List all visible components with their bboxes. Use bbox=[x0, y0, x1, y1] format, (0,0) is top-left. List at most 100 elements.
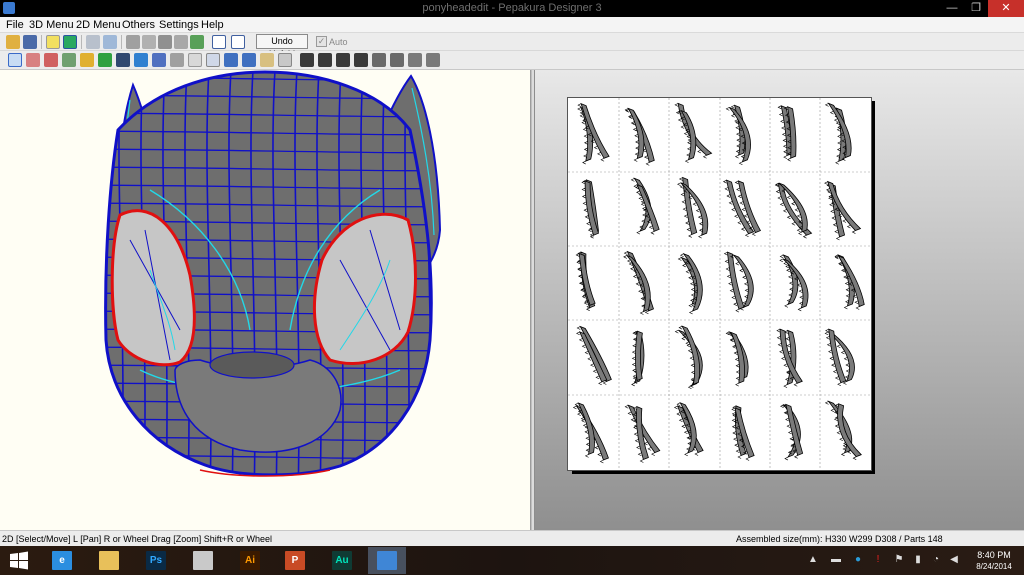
select-tool-icon[interactable] bbox=[8, 53, 22, 67]
unfolded-parts[interactable] bbox=[568, 98, 871, 470]
menu-help[interactable]: Help bbox=[199, 18, 226, 32]
mode-hint: 2D [Select/Move] L [Pan] R or Wheel Drag… bbox=[2, 534, 273, 544]
flag-icon[interactable] bbox=[190, 35, 204, 49]
grid-tool-icon[interactable] bbox=[206, 53, 220, 67]
menu-settings[interactable]: Settings bbox=[157, 18, 201, 32]
windows-logo-icon bbox=[10, 551, 28, 570]
volume-icon[interactable]: ◀ bbox=[948, 554, 960, 566]
edit-toolbar bbox=[0, 51, 1024, 70]
taskbar-powerpoint[interactable]: P bbox=[276, 547, 314, 574]
taskbar-photoshop[interactable]: Ps bbox=[137, 547, 175, 574]
clock-time[interactable]: 8:40 PM bbox=[968, 550, 1020, 561]
window-icon[interactable] bbox=[212, 35, 226, 49]
auto-label: Auto bbox=[329, 37, 348, 47]
powerpoint-icon: P bbox=[285, 551, 305, 570]
pattern-sheet[interactable] bbox=[567, 97, 872, 471]
clock-date[interactable]: 8/24/2014 bbox=[968, 562, 1020, 572]
start-button[interactable] bbox=[0, 547, 38, 574]
menu-others[interactable]: Others bbox=[120, 18, 157, 32]
toolbar-separator bbox=[41, 35, 42, 49]
taskbar-illustrator[interactable]: Ai bbox=[231, 547, 269, 574]
open-icon[interactable] bbox=[6, 35, 20, 49]
part-strip[interactable] bbox=[782, 254, 799, 306]
texture-icon[interactable] bbox=[63, 35, 77, 49]
lightbulb-icon[interactable] bbox=[46, 35, 60, 49]
pepakura-icon bbox=[377, 551, 397, 570]
edge-icon[interactable] bbox=[174, 35, 188, 49]
fold-tool-icon[interactable] bbox=[26, 53, 40, 67]
skype-icon[interactable]: ● bbox=[852, 554, 864, 566]
edge-id-icon[interactable] bbox=[300, 53, 314, 67]
status-bar: 2D [Select/Move] L [Pan] R or Wheel Drag… bbox=[0, 530, 1024, 546]
part-strip[interactable] bbox=[578, 331, 608, 383]
paper-icon[interactable] bbox=[103, 35, 117, 49]
show-lines-icon[interactable] bbox=[372, 53, 386, 67]
wifi-icon[interactable]: ◔ bbox=[930, 554, 942, 566]
pencil-icon[interactable] bbox=[126, 35, 140, 49]
undo-unfold-button[interactable]: Undo Unfold bbox=[256, 34, 308, 59]
photoshop-icon: Ps bbox=[146, 551, 166, 570]
part-strip[interactable] bbox=[578, 252, 596, 306]
part-strip[interactable] bbox=[626, 255, 651, 313]
menu-bar: File 3D Menu 2D Menu Others Settings Hel… bbox=[0, 17, 1024, 33]
action-center-icon[interactable]: ⚑ bbox=[893, 554, 905, 566]
3d-model-canvas[interactable] bbox=[0, 70, 531, 530]
title-bar: ponyheadedit - Pepakura Designer 3 — ❐ ✕ bbox=[0, 0, 1024, 17]
assembled-size: Assembled size(mm): H330 W299 D308 / Par… bbox=[736, 534, 943, 544]
menu-3d[interactable]: 3D Menu bbox=[27, 18, 76, 32]
menu-2d[interactable]: 2D Menu bbox=[74, 18, 123, 32]
save-icon[interactable] bbox=[23, 35, 37, 49]
illustrator-icon: Ai bbox=[240, 551, 260, 570]
number-icon[interactable] bbox=[336, 53, 350, 67]
move-tool-icon[interactable] bbox=[116, 53, 130, 67]
text-tool-icon[interactable] bbox=[260, 53, 274, 67]
head-mesh[interactable] bbox=[0, 70, 531, 530]
toolbar-separator bbox=[81, 35, 82, 49]
flap-tool-icon[interactable] bbox=[98, 53, 112, 67]
flap-id-icon[interactable] bbox=[318, 53, 332, 67]
show-ids-icon[interactable] bbox=[408, 53, 422, 67]
taskbar-calculator[interactable] bbox=[184, 547, 222, 574]
taskbar-pepakura[interactable] bbox=[368, 547, 406, 574]
close-button[interactable]: ✕ bbox=[988, 0, 1024, 17]
redo-tool-icon[interactable] bbox=[152, 53, 166, 67]
tray-app-icon[interactable]: ▬ bbox=[830, 554, 842, 566]
audition-icon: Au bbox=[332, 551, 352, 570]
show-flaps-icon[interactable] bbox=[390, 53, 404, 67]
window-2-icon[interactable] bbox=[231, 35, 245, 49]
arrange-tool-icon[interactable] bbox=[242, 53, 256, 67]
auto-checkbox[interactable]: ✓ bbox=[316, 36, 327, 47]
anchor-icon[interactable] bbox=[158, 35, 172, 49]
part-strip[interactable] bbox=[627, 107, 645, 160]
toolbar-separator bbox=[121, 35, 122, 49]
undo-tool-icon[interactable] bbox=[170, 53, 184, 67]
taskbar-internet-explorer[interactable]: e bbox=[43, 547, 81, 574]
layout-tool-icon[interactable] bbox=[224, 53, 238, 67]
internet-explorer-icon: e bbox=[52, 551, 72, 570]
window-title: ponyheadedit - Pepakura Designer 3 bbox=[422, 2, 602, 14]
show-text-icon[interactable] bbox=[426, 53, 440, 67]
part-strip[interactable] bbox=[737, 180, 762, 234]
rotate-tool-icon[interactable] bbox=[62, 53, 76, 67]
main-toolbar: Undo Unfold ✓ Auto bbox=[0, 33, 1024, 59]
3d-view[interactable] bbox=[0, 70, 531, 530]
join-icon[interactable] bbox=[142, 35, 156, 49]
line-type-icon[interactable] bbox=[354, 53, 368, 67]
minimize-button[interactable]: — bbox=[940, 0, 964, 17]
tray-overflow-icon[interactable]: ▲ bbox=[807, 554, 819, 566]
alert-icon[interactable]: ! bbox=[872, 554, 884, 566]
taskbar-audition[interactable]: Au bbox=[323, 547, 361, 574]
print-tool-icon[interactable] bbox=[278, 53, 292, 67]
menu-file[interactable]: File bbox=[4, 18, 26, 32]
file-explorer-icon bbox=[99, 551, 119, 570]
paint-tool-icon[interactable] bbox=[80, 53, 94, 67]
cut-tool-icon[interactable] bbox=[44, 53, 58, 67]
scale-tool-icon[interactable] bbox=[188, 53, 202, 67]
maximize-button[interactable]: ❐ bbox=[964, 0, 988, 17]
part-strip[interactable] bbox=[730, 331, 745, 384]
unfold-icon[interactable] bbox=[86, 35, 100, 49]
align-tool-icon[interactable] bbox=[134, 53, 148, 67]
taskbar-file-explorer[interactable] bbox=[90, 547, 128, 574]
taskbar: e Ps Ai P Au ▲ ▬ ● ! ⚑ ▮ ◔ ◀ 8:40 PM 8/24/20… bbox=[0, 546, 1024, 575]
battery-icon[interactable]: ▮ bbox=[912, 554, 924, 566]
